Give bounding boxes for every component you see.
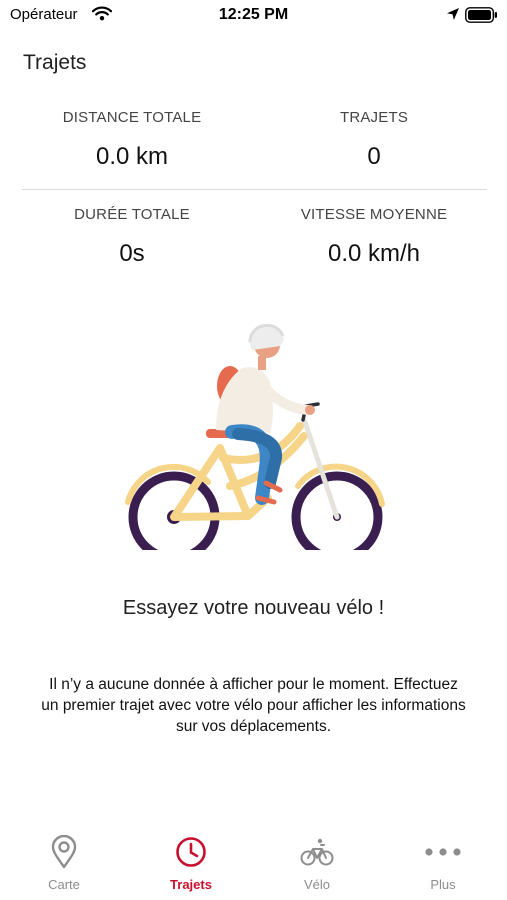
cyclist-illustration [120,318,390,563]
stat-value: 0.0 km [95,143,169,170]
location-arrow-icon [446,7,460,26]
status-time: 12:25 PM [218,6,289,23]
stat-label: VITESSE MOYENNE [300,206,448,223]
stat-total-duration: DURÉE TOTALE 0s [7,206,257,268]
tab-label: Vélo [303,877,331,892]
stat-value: 0.0 km/h [327,240,421,267]
tab-bar: Carte Trajets Vélo Plus [0,835,507,900]
stat-trips: TRAJETS 0 [249,109,499,171]
clock-icon [128,835,254,869]
stat-value: 0 [367,143,381,170]
stat-total-distance: DISTANCE TOTALE 0.0 km [7,109,257,171]
stat-label: TRAJETS [339,109,409,126]
battery-icon [465,7,498,28]
page-title: Trajets [23,51,87,74]
tab-label: Carte [48,877,80,892]
stat-value: 0s [119,240,145,267]
map-pin-icon [1,835,127,869]
empty-state-message: Il n’y a aucune donnée à afficher pour l… [41,676,466,735]
stat-average-speed: VITESSE MOYENNE 0.0 km/h [249,206,499,268]
status-bar: Opérateur 12:25 PM [0,0,507,32]
more-icon [380,835,506,869]
tab-plus[interactable]: Plus [380,835,506,892]
stats-divider [22,189,487,190]
bike-icon [254,835,380,869]
tab-velo[interactable]: Vélo [254,835,380,892]
stat-label: DISTANCE TOTALE [62,109,202,126]
empty-state-title: Essayez votre nouveau vélo ! [122,597,385,619]
tab-carte[interactable]: Carte [1,835,127,892]
stat-label: DURÉE TOTALE [74,206,190,223]
tab-trajets[interactable]: Trajets [128,835,254,892]
tab-label: Trajets [170,877,212,892]
tab-label: Plus [430,877,456,892]
